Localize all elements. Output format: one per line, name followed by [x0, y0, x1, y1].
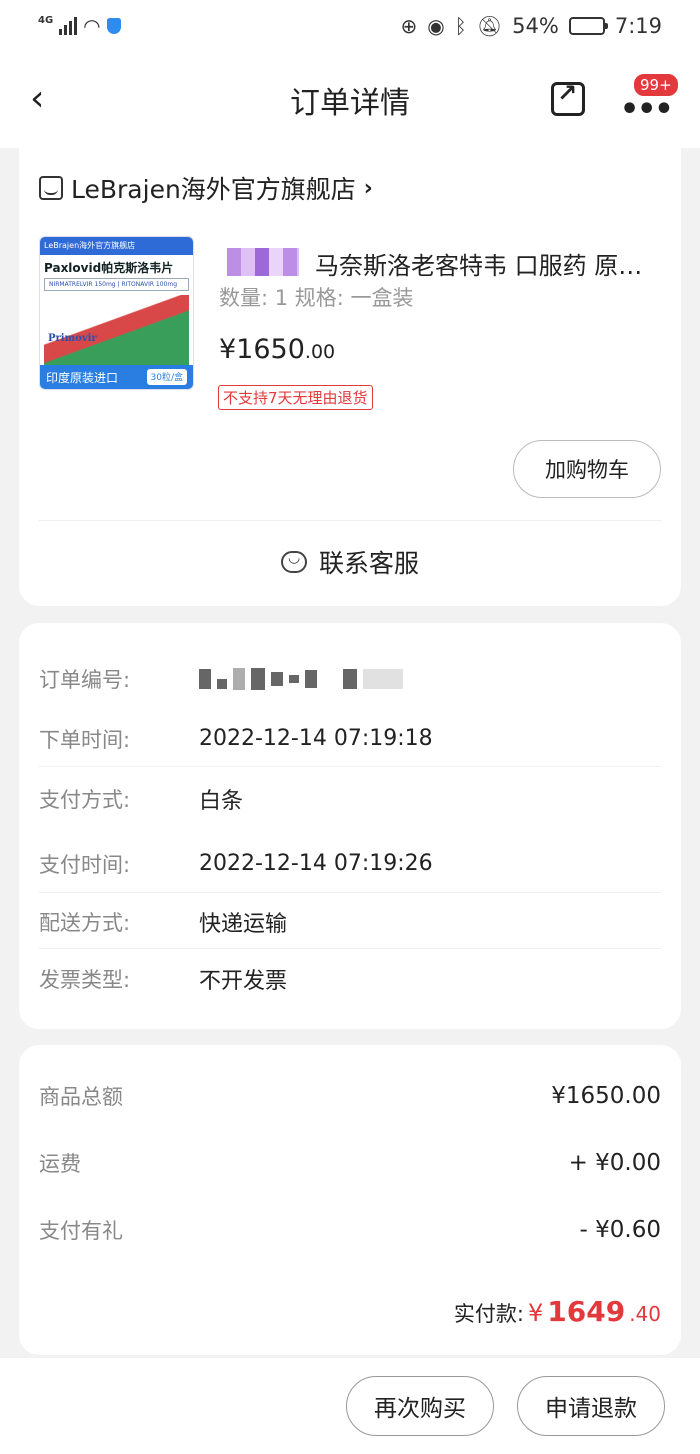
mute-bell-icon: 🔕︎: [476, 14, 503, 38]
order-number-label: 订单编号:: [39, 668, 131, 692]
product-image[interactable]: LeBrajen海外官方旗舰店 Paxlovid帕克斯洛韦片 NIRMATREL…: [39, 236, 194, 390]
return-policy-tag: 不支持7天无理由退货: [218, 385, 373, 410]
invoice-type-row: 发票类型: 不开发票: [39, 953, 661, 1005]
amount-paid-int: 1649: [547, 1295, 626, 1328]
shield-icon: [106, 18, 121, 34]
product-title[interactable]: 马奈斯洛老客特韦 口服药 原装进口: [315, 246, 655, 281]
order-time-row: 下单时间: 2022-12-14 07:19:18: [39, 711, 661, 767]
amount-paid: 实付款: ¥1649.40: [454, 1295, 661, 1328]
store-name: LeBrajen海外官方旗舰店: [71, 175, 356, 204]
bluetooth-icon: ᛒ: [454, 14, 467, 38]
payment-discount-value: - ¥0.60: [579, 1217, 661, 1243]
product-price-dec: .00: [304, 341, 336, 363]
status-bar: 4G ◠ ⊕ ◉ ᛒ 🔕︎ 54% 7:19: [0, 0, 700, 52]
message-badge: 99+: [632, 72, 680, 98]
page-title: 订单详情: [290, 86, 410, 121]
amount-paid-currency: ¥: [527, 1299, 544, 1327]
amount-paid-dec: .40: [629, 1302, 661, 1326]
payment-method-label: 支付方式:: [39, 788, 131, 812]
payment-discount-row: 支付有礼 - ¥0.60: [39, 1215, 661, 1245]
product-image-brand: Primovir: [48, 333, 97, 344]
store-link[interactable]: LeBrajen海外官方旗舰店 ›: [39, 170, 373, 206]
chevron-right-icon: ›: [363, 175, 373, 201]
status-right: ⊕ ◉ ᛒ 🔕︎ 54% 7:19: [401, 14, 662, 38]
add-to-cart-button[interactable]: 加购物车: [513, 440, 661, 498]
goods-total-label: 商品总额: [39, 1085, 123, 1109]
request-refund-button[interactable]: 申请退款: [517, 1376, 665, 1436]
product-price-int: ¥1650: [219, 334, 305, 365]
order-time-label: 下单时间:: [39, 727, 131, 752]
battery-percent: 54%: [512, 14, 559, 38]
invoice-type-value: 不开发票: [199, 969, 288, 994]
product-card: LeBrajen海外官方旗舰店 › LeBrajen海外官方旗舰店 Paxlov…: [19, 148, 681, 606]
divider: [39, 520, 661, 521]
buy-again-button[interactable]: 再次购买: [346, 1376, 494, 1436]
payment-time-label: 支付时间:: [39, 852, 131, 877]
battery-icon: [568, 17, 608, 35]
delivery-method-label: 配送方式:: [39, 910, 131, 935]
invoice-type-label: 发票类型:: [39, 968, 131, 992]
price-summary-card: 商品总额 ¥1650.00 运费 + ¥0.00 支付有礼 - ¥0.60 实付…: [19, 1045, 681, 1355]
eye-icon: ◉: [427, 14, 445, 38]
product-price: ¥1650.00: [219, 334, 335, 365]
clock: 7:19: [614, 14, 662, 38]
payment-method-row: 支付方式: 白条: [39, 773, 661, 825]
order-number-row: 订单编号:: [39, 661, 661, 697]
payment-time-row: 支付时间: 2022-12-14 07:19:26: [39, 835, 661, 893]
product-spec: 数量: 1 规格: 一盒装: [219, 286, 414, 310]
product-image-name: Paxlovid帕克斯洛韦片: [44, 261, 174, 275]
share-icon[interactable]: [551, 79, 585, 116]
payment-discount-label: 支付有礼: [39, 1219, 123, 1243]
order-time-value: 2022-12-14 07:19:18: [199, 726, 433, 751]
order-number-redacted: [199, 668, 403, 690]
product-box-graphic: [44, 295, 189, 365]
product-image-top-label: LeBrajen海外官方旗舰店: [40, 237, 193, 255]
product-image-sub: NIRMATRELVIR 150mg | RITONAVIR 100mg: [44, 278, 189, 291]
shipping-fee-row: 运费 + ¥0.00: [39, 1148, 661, 1178]
payment-method-value: 白条: [199, 789, 244, 814]
chat-icon: [280, 550, 307, 573]
goods-total-row: 商品总额 ¥1650.00: [39, 1081, 661, 1111]
contact-service-button[interactable]: 联系客服: [19, 544, 681, 580]
network-type: 4G: [38, 15, 54, 26]
payment-time-value: 2022-12-14 07:19:26: [199, 851, 433, 876]
product-image-origin: 印度原装进口: [46, 371, 119, 385]
data-saver-icon: ⊕: [400, 14, 418, 38]
shipping-fee-label: 运费: [39, 1152, 81, 1176]
signal-icon: [59, 17, 78, 35]
store-icon: [39, 176, 63, 200]
contact-service-label: 联系客服: [318, 549, 419, 578]
blurred-text: [227, 248, 299, 276]
delivery-method-row: 配送方式: 快递运输: [39, 895, 661, 949]
status-left: 4G ◠: [38, 14, 121, 38]
product-image-bottom: 印度原装进口 30粒/盒: [40, 365, 193, 389]
delivery-method-value: 快递运输: [199, 911, 288, 937]
nav-bar: ‹ 订单详情 ••• 99+: [0, 52, 700, 148]
bottom-action-bar: 再次购买 申请退款: [0, 1358, 700, 1454]
amount-paid-label: 实付款:: [453, 1302, 524, 1326]
goods-total-value: ¥1650.00: [551, 1083, 661, 1109]
shipping-fee-value: + ¥0.00: [568, 1150, 661, 1176]
product-image-qty: 30粒/盒: [146, 369, 187, 385]
order-info-card: 订单编号: 下单时间: 2022-12-14 07:19:18 支付方式: 白条…: [19, 623, 681, 1029]
wifi-icon: ◠: [83, 14, 101, 38]
